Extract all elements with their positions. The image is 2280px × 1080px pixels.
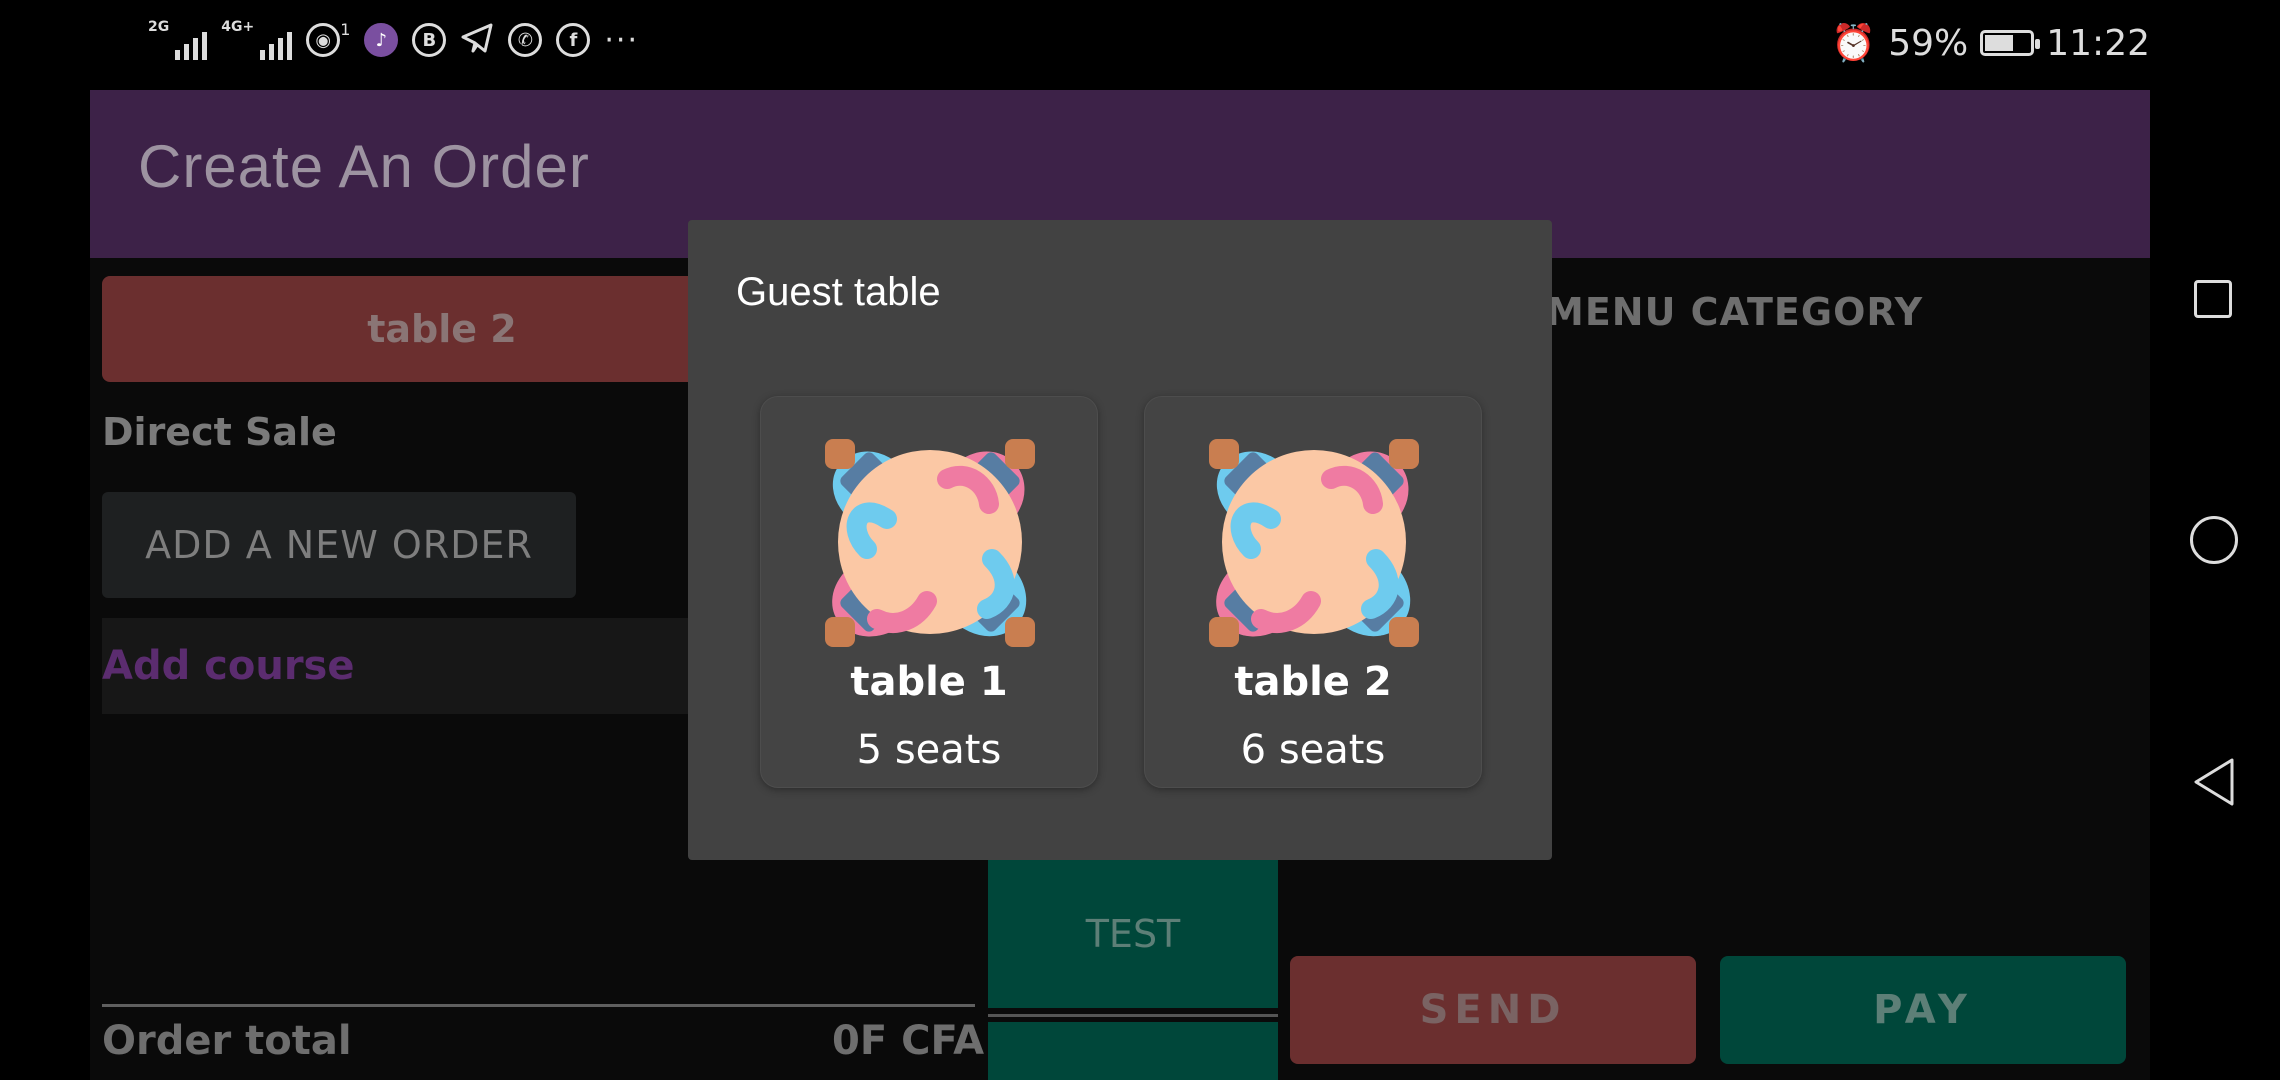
clock: 11:22	[2046, 22, 2150, 64]
signal-4g-icon: 4G+	[221, 20, 293, 60]
status-bar: 2G 4G+ ◉ 1 ♪ B ✆ f ··· ⏰ 59% 11:22	[90, 0, 2150, 90]
hotspot-icon: ◉	[306, 23, 341, 57]
home-button-icon[interactable]	[2190, 516, 2238, 564]
table-name: table 2	[1234, 659, 1392, 705]
alarm-icon: ⏰	[1831, 23, 1877, 64]
table-name: table 1	[850, 659, 1008, 705]
battery-icon	[1980, 30, 2041, 56]
direct-sale-label: Direct Sale	[102, 410, 337, 454]
table-seats: 6 seats	[1240, 727, 1386, 773]
business-icon: B	[412, 23, 447, 57]
signal-2g-icon: 2G	[148, 20, 208, 60]
guest-table-dialog: Guest table table 1 5 seats table 2 6 se…	[688, 220, 1552, 860]
recents-button-icon[interactable]	[2194, 280, 2232, 318]
order-total-value: 0F CFA	[832, 1018, 985, 1064]
selected-table-button[interactable]: table 2	[102, 276, 782, 382]
facebook-icon: f	[556, 23, 591, 57]
status-right: ⏰ 59% 11:22	[1831, 22, 2150, 65]
system-nav-bar	[2150, 0, 2280, 1080]
menu-item-test[interactable]: TEST	[988, 860, 1278, 1008]
pay-button[interactable]: PAY	[1720, 956, 2126, 1064]
table-card-1[interactable]: table 1 5 seats	[760, 396, 1098, 788]
menu-item[interactable]	[988, 1022, 1278, 1080]
order-total-divider	[102, 1004, 975, 1007]
battery-percent: 59%	[1888, 22, 1969, 64]
add-new-order-button[interactable]: ADD A NEW ORDER	[102, 492, 576, 598]
send-button[interactable]: SEND	[1290, 956, 1696, 1064]
telegram-icon	[460, 21, 494, 59]
dining-table-icon	[825, 439, 1035, 647]
table-seats: 5 seats	[856, 727, 1002, 773]
dining-table-icon	[1209, 439, 1419, 647]
table-card-2[interactable]: table 2 6 seats	[1144, 396, 1482, 788]
page-title: Create An Order	[138, 133, 590, 200]
more-notifications-icon: ···	[604, 22, 639, 58]
menu-item-divider	[988, 1014, 1278, 1017]
dialog-title: Guest table	[736, 270, 941, 314]
music-icon: ♪	[364, 23, 399, 57]
whatsapp-icon: ✆	[508, 23, 543, 57]
back-button-icon[interactable]	[2190, 756, 2238, 808]
status-left: 2G 4G+ ◉ 1 ♪ B ✆ f ···	[148, 20, 639, 60]
hotspot-badge: 1	[340, 20, 351, 39]
menu-category-heading: MENU CATEGORY	[1546, 290, 1924, 334]
order-total-label: Order total	[102, 1018, 352, 1064]
